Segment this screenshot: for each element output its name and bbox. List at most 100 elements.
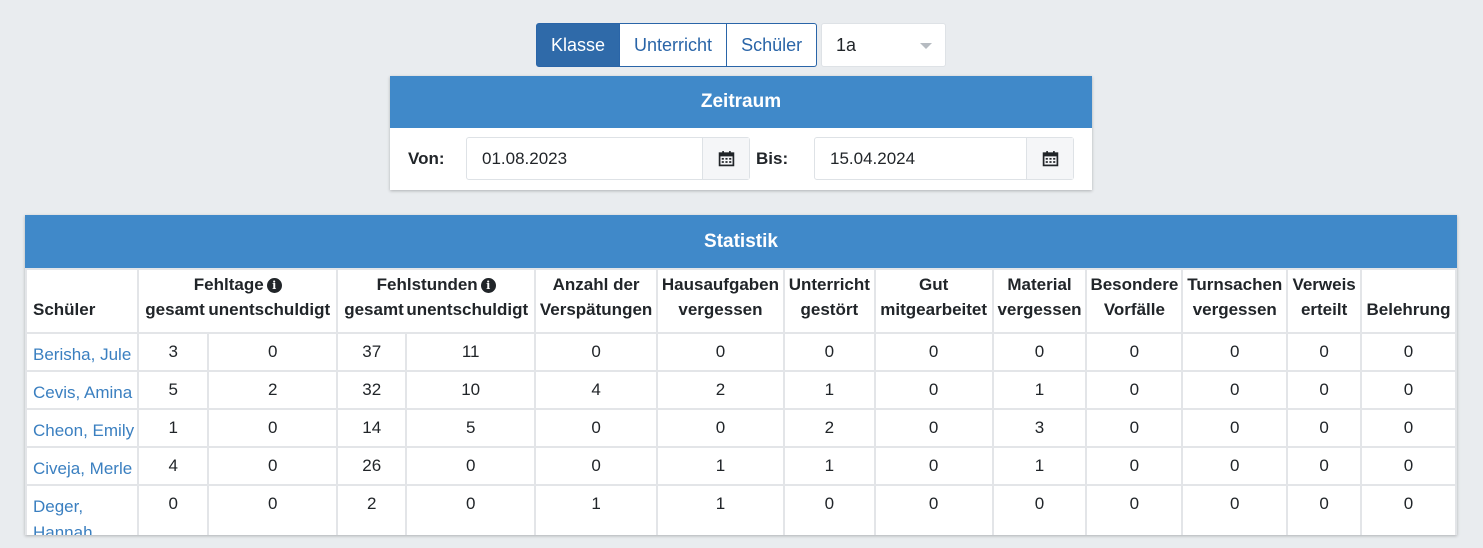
header-vorfaelle[interactable]: Besondere Vorfälle (1085, 268, 1184, 334)
table-cell: 0 (137, 484, 210, 535)
header-schueler[interactable]: Schüler (25, 268, 140, 334)
tab-unterricht[interactable]: Unterricht (620, 23, 728, 67)
table-cell: 1 (991, 446, 1088, 486)
header-verspaetungen[interactable]: Anzahl der Verspätungen (534, 268, 659, 334)
calendar-icon[interactable] (702, 138, 749, 179)
statistik-title: Statistik (25, 215, 1457, 268)
table-cell: 1 (656, 484, 785, 535)
table-cell: 0 (207, 332, 339, 372)
table-cell: 0 (873, 408, 994, 448)
tab-schueler[interactable]: Schüler (727, 23, 818, 67)
from-label: Von: (408, 149, 445, 168)
table-cell: 32 (336, 370, 408, 410)
table-cell: 0 (1085, 484, 1184, 535)
table-cell: 4 (137, 446, 210, 486)
table-cell: 0 (1085, 332, 1184, 372)
header-belehrung[interactable]: Belehrung (1360, 268, 1457, 334)
table-cell: 1 (991, 370, 1088, 410)
table-cell: 0 (1181, 446, 1289, 486)
date-range-row: Von: 01.08.2023 Bis: 15.04.2024 (390, 128, 1092, 190)
table-cell: 0 (1286, 408, 1363, 448)
header-fehlstunden[interactable]: Fehlstunden i gesamt unentschuldigt (336, 268, 537, 334)
table-cell: 2 (207, 370, 339, 410)
student-name-link[interactable]: Civeja, Merle (25, 446, 140, 486)
view-mode-button-group: Klasse Unterricht Schüler (536, 23, 818, 67)
table-row: Berisha, Jule 3 0 37 11 0 0 0 0 0 0 0 0 0 (25, 332, 1457, 372)
table-cell: 0 (656, 408, 785, 448)
header-fehltage[interactable]: Fehltage i gesamt unentschuldigt (137, 268, 339, 334)
table-cell: 3 (137, 332, 210, 372)
table-row: Cheon, Emily 1 0 14 5 0 0 2 0 3 0 0 0 0 (25, 408, 1457, 448)
chevron-down-icon (920, 43, 932, 49)
class-select[interactable]: 1a (821, 23, 946, 67)
student-name-link[interactable]: Cheon, Emily (25, 408, 140, 448)
table-cell: 5 (137, 370, 210, 410)
header-unterricht-gestoert[interactable]: Unterricht gestört (782, 268, 876, 334)
header-material[interactable]: Material vergessen (991, 268, 1088, 334)
table-cell: 0 (991, 332, 1088, 372)
student-name-link[interactable]: Berisha, Jule (25, 332, 140, 372)
table-cell: 0 (782, 332, 876, 372)
table-cell: 0 (1085, 446, 1184, 486)
table-cell: 0 (782, 484, 876, 535)
table-cell: 0 (873, 332, 994, 372)
tab-klasse[interactable]: Klasse (536, 23, 621, 67)
zeitraum-title: Zeitraum (390, 76, 1092, 128)
header-gut-mitgearbeitet[interactable]: Gut mitgearbeitet (873, 268, 994, 334)
table-row: Cevis, Amina 5 2 32 10 4 2 1 0 1 0 0 0 0 (25, 370, 1457, 410)
table-cell: 0 (1286, 484, 1363, 535)
table-cell: 0 (1360, 408, 1457, 448)
table-cell: 0 (1286, 332, 1363, 372)
table-cell: 14 (336, 408, 408, 448)
table-cell: 0 (1085, 408, 1184, 448)
table-cell: 0 (1360, 370, 1457, 410)
table-cell: 0 (1286, 446, 1363, 486)
from-date-value[interactable]: 01.08.2023 (467, 138, 702, 179)
table-header-row: Schüler Fehltage i gesamt unentschuldigt F… (25, 268, 1457, 334)
table-cell: 0 (1181, 408, 1289, 448)
statistik-panel: Statistik Schüler Fehltage i gesamt unents… (25, 215, 1457, 535)
table-cell: 0 (1360, 446, 1457, 486)
table-cell: 0 (1181, 484, 1289, 535)
table-cell: 10 (405, 370, 537, 410)
info-icon[interactable]: i (266, 278, 282, 293)
table-cell: 0 (405, 484, 537, 535)
table-cell: 0 (207, 446, 339, 486)
zeitraum-panel: Zeitraum Von: 01.08.2023 Bis: 15.04.2024 (390, 76, 1092, 190)
table-cell: 0 (534, 408, 659, 448)
statistics-table: Schüler Fehltage i gesamt unentschuldigt F… (25, 268, 1457, 535)
table-cell: 0 (1360, 484, 1457, 535)
calendar-icon[interactable] (1026, 138, 1073, 179)
to-date-field[interactable]: 15.04.2024 (814, 137, 1074, 180)
table-cell: 0 (1181, 332, 1289, 372)
table-cell: 37 (336, 332, 408, 372)
student-name-link[interactable]: Deger, Hannah (25, 484, 140, 535)
table-cell: 0 (405, 446, 537, 486)
table-row: Civeja, Merle 4 0 26 0 0 1 1 0 1 0 0 0 0 (25, 446, 1457, 486)
table-cell: 0 (1181, 370, 1289, 410)
table-cell: 0 (1085, 370, 1184, 410)
table-cell: 0 (656, 332, 785, 372)
info-icon[interactable]: i (480, 278, 496, 293)
student-name-link[interactable]: Cevis, Amina (25, 370, 140, 410)
from-date-field[interactable]: 01.08.2023 (466, 137, 750, 180)
table-cell: 0 (991, 484, 1088, 535)
table-cell: 0 (534, 332, 659, 372)
table-cell: 0 (207, 408, 339, 448)
table-cell: 4 (534, 370, 659, 410)
to-date-value[interactable]: 15.04.2024 (815, 138, 1026, 179)
table-cell: 5 (405, 408, 537, 448)
table-cell: 0 (873, 370, 994, 410)
table-cell: 0 (1286, 370, 1363, 410)
table-cell: 2 (782, 408, 876, 448)
table-row: Deger, Hannah 0 0 2 0 1 1 0 0 0 0 0 0 0 (25, 484, 1457, 535)
table-cell: 2 (336, 484, 408, 535)
table-cell: 2 (656, 370, 785, 410)
table-cell: 0 (873, 484, 994, 535)
header-verweis[interactable]: Verweis erteilt (1286, 268, 1363, 334)
table-cell: 26 (336, 446, 408, 486)
header-turnsachen[interactable]: Turnsachen vergessen (1181, 268, 1289, 334)
header-hausaufgaben[interactable]: Hausaufgaben vergessen (656, 268, 785, 334)
table-cell: 1 (782, 446, 876, 486)
table-cell: 0 (1360, 332, 1457, 372)
